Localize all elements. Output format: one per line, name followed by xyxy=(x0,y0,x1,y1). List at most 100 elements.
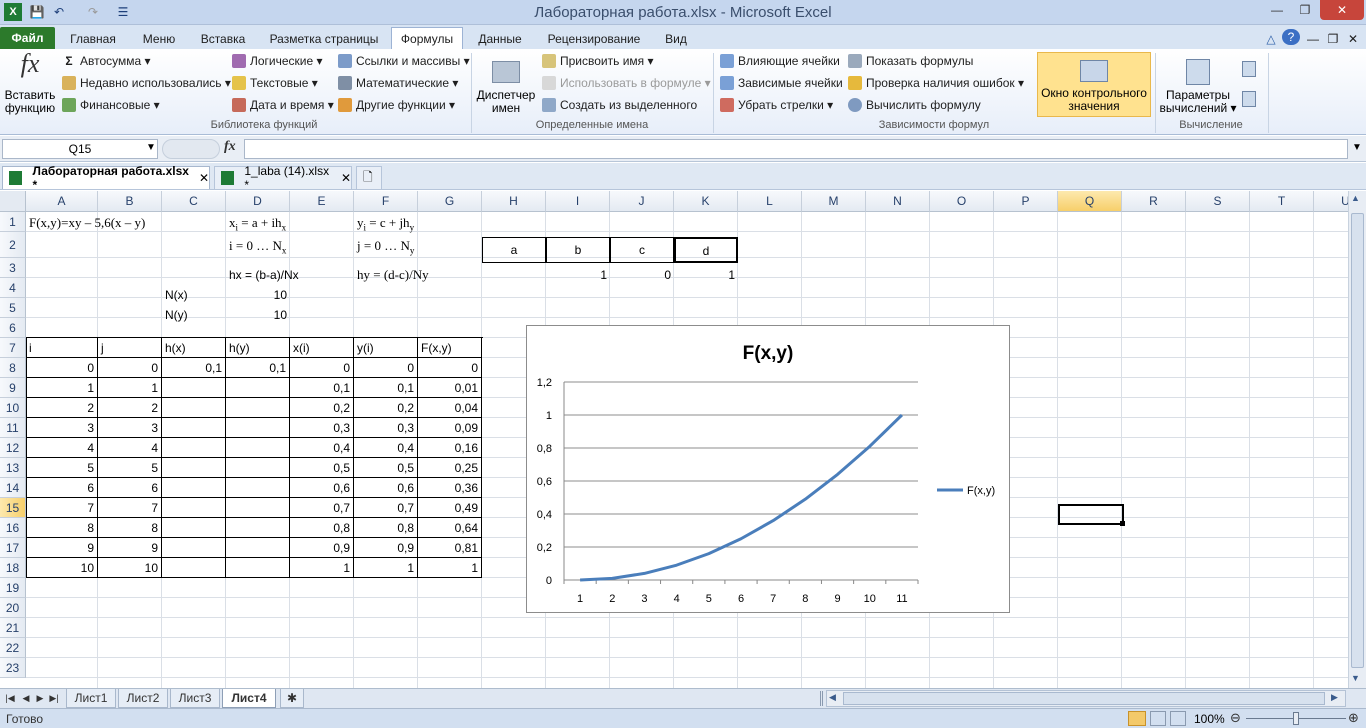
row-header-15[interactable]: 15 xyxy=(0,498,26,518)
table-cell-i[interactable]: 9 xyxy=(26,538,98,558)
column-header-q[interactable]: Q xyxy=(1058,191,1122,212)
column-header-g[interactable]: G xyxy=(418,191,482,212)
table-cell-y[interactable]: 0,3 xyxy=(354,418,418,438)
row-header-10[interactable]: 10 xyxy=(0,398,26,418)
insert-sheet-icon[interactable]: ✱ xyxy=(280,689,304,708)
zoom-out-icon[interactable]: ⊖ xyxy=(1230,710,1241,726)
row-header-1[interactable]: 1 xyxy=(0,212,26,232)
cell-d5[interactable]: 10 xyxy=(226,305,290,325)
column-header-l[interactable]: L xyxy=(738,191,802,212)
select-all-corner[interactable] xyxy=(0,191,26,212)
chart[interactable]: F(x,y) 0 0,2 0,4 0,6 0,8 1 1,2 1 2 3 4 5 6 7 8 9 10 11 F(x,… xyxy=(526,325,1010,613)
doc-restore-icon[interactable]: ❐ xyxy=(1324,28,1342,49)
table-cell-i[interactable]: 6 xyxy=(26,478,98,498)
sheet-tab-3[interactable]: Лист3 xyxy=(170,689,220,708)
row-header-7[interactable]: 7 xyxy=(0,338,26,358)
row-header-4[interactable]: 4 xyxy=(0,278,26,298)
table-cell-j[interactable]: 3 xyxy=(98,418,162,438)
table-cell-hx[interactable] xyxy=(162,538,226,558)
column-header-a[interactable]: A xyxy=(26,191,98,212)
tab-menu[interactable]: Меню xyxy=(132,28,186,49)
scroll-thumb[interactable] xyxy=(1351,213,1364,668)
doc-close-icon[interactable]: ✕ xyxy=(1344,28,1362,49)
table-cell-j[interactable]: 9 xyxy=(98,538,162,558)
table-cell-f[interactable]: 0,04 xyxy=(418,398,482,418)
doc-tab-close-icon[interactable]: ✕ xyxy=(199,171,209,185)
table-cell-hy[interactable] xyxy=(226,418,290,438)
name-manager-button[interactable]: Диспетчер имен xyxy=(474,55,538,115)
zoom-level[interactable]: 100% xyxy=(1194,712,1225,726)
table-cell-j[interactable]: 6 xyxy=(98,478,162,498)
expand-formula-icon[interactable]: ▼ xyxy=(1352,142,1362,153)
trace-precedents-button[interactable]: Влияющие ячейки xyxy=(720,54,840,68)
table-cell-x[interactable]: 0,6 xyxy=(290,478,354,498)
column-header-n[interactable]: N xyxy=(866,191,930,212)
table-cell-y[interactable]: 0,2 xyxy=(354,398,418,418)
row-header-2[interactable]: 2 xyxy=(0,232,26,258)
table-header[interactable]: x(i) xyxy=(290,338,354,358)
row-header-21[interactable]: 21 xyxy=(0,618,26,638)
table-cell-j[interactable]: 1 xyxy=(98,378,162,398)
table-cell-j[interactable]: 10 xyxy=(98,558,162,578)
ribbon-minimize-icon[interactable]: △ xyxy=(1262,28,1280,49)
first-sheet-icon[interactable]: |◀ xyxy=(4,689,16,708)
restore-icon[interactable]: ❐ xyxy=(1292,0,1318,20)
table-cell-hy[interactable] xyxy=(226,538,290,558)
doc-tab-close-icon[interactable]: ✕ xyxy=(341,171,351,185)
table-cell-hy[interactable] xyxy=(226,498,290,518)
row-header-9[interactable]: 9 xyxy=(0,378,26,398)
sheet-tab-2[interactable]: Лист2 xyxy=(118,689,168,708)
table-cell-y[interactable]: 0,5 xyxy=(354,458,418,478)
tab-review[interactable]: Рецензирование xyxy=(538,28,650,49)
table-header[interactable]: i xyxy=(26,338,98,358)
use-in-formula-button[interactable]: Использовать в формуле ▾ xyxy=(542,76,711,90)
cell-f3[interactable]: hy = (d-c)/Ny xyxy=(354,265,432,285)
table-cell-x[interactable]: 0,3 xyxy=(290,418,354,438)
table-header[interactable]: y(i) xyxy=(354,338,418,358)
cell-a1[interactable]: F(x,y)=xy – 5,6(x – y) xyxy=(26,213,148,233)
watch-window-button[interactable]: Окно контрольного значения xyxy=(1037,52,1151,117)
calculate-now-icon[interactable] xyxy=(1242,61,1256,77)
table-cell-i[interactable]: 3 xyxy=(26,418,98,438)
cell-d4[interactable]: 10 xyxy=(226,285,290,305)
text-button[interactable]: Текстовые ▾ xyxy=(232,76,318,90)
fill-handle[interactable] xyxy=(1120,521,1125,526)
cell-k3[interactable]: 1 xyxy=(674,265,738,285)
financial-button[interactable]: Финансовые ▾ xyxy=(62,98,160,112)
row-header-8[interactable]: 8 xyxy=(0,358,26,378)
cell-j2[interactable]: c xyxy=(610,237,674,263)
table-cell-hx[interactable] xyxy=(162,558,226,578)
table-cell-i[interactable]: 1 xyxy=(26,378,98,398)
math-button[interactable]: Математические ▾ xyxy=(338,76,458,90)
table-cell-f[interactable]: 0,64 xyxy=(418,518,482,538)
table-cell-y[interactable]: 0,7 xyxy=(354,498,418,518)
row-header-12[interactable]: 12 xyxy=(0,438,26,458)
table-cell-y[interactable]: 0 xyxy=(354,358,418,378)
table-cell-hy[interactable] xyxy=(226,458,290,478)
table-cell-x[interactable]: 0,2 xyxy=(290,398,354,418)
table-cell-hx[interactable]: 0,1 xyxy=(162,358,226,378)
table-cell-i[interactable]: 4 xyxy=(26,438,98,458)
table-cell-f[interactable]: 1 xyxy=(418,558,482,578)
tab-formulas[interactable]: Формулы xyxy=(391,27,463,50)
table-cell-x[interactable]: 0,9 xyxy=(290,538,354,558)
doc-tab[interactable]: 1_laba (14).xlsx * ✕ xyxy=(214,164,352,192)
table-cell-i[interactable]: 2 xyxy=(26,398,98,418)
row-header-19[interactable]: 19 xyxy=(0,578,26,598)
table-cell-j[interactable]: 5 xyxy=(98,458,162,478)
column-header-s[interactable]: S xyxy=(1186,191,1250,212)
trace-dependents-button[interactable]: Зависимые ячейки xyxy=(720,76,843,90)
calculate-sheet-icon[interactable] xyxy=(1242,91,1256,107)
column-header-e[interactable]: E xyxy=(290,191,354,212)
table-cell-hy[interactable] xyxy=(226,518,290,538)
tab-home[interactable]: Главная xyxy=(62,28,124,49)
fx-icon[interactable]: fx xyxy=(224,139,236,155)
table-cell-hy[interactable] xyxy=(226,478,290,498)
assign-name-button[interactable]: Присвоить имя ▾ xyxy=(542,54,654,68)
table-cell-i[interactable]: 0 xyxy=(26,358,98,378)
row-header-14[interactable]: 14 xyxy=(0,478,26,498)
table-cell-hy[interactable] xyxy=(226,378,290,398)
table-cell-x[interactable]: 0,7 xyxy=(290,498,354,518)
table-cell-j[interactable]: 0 xyxy=(98,358,162,378)
evaluate-formula-button[interactable]: Вычислить формулу xyxy=(848,98,981,112)
